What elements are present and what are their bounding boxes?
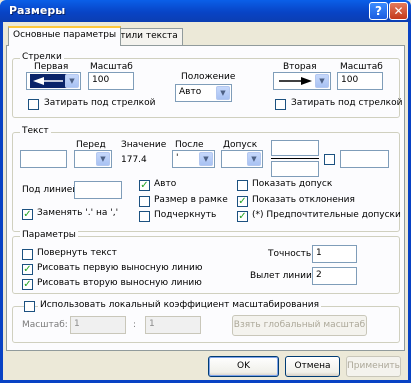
tolerance-label: Допуск [223,140,258,150]
extension-label: Вылет линии [250,271,312,281]
check-mark-icon: ✓ [23,209,32,220]
value-label: Значение [121,140,167,150]
second-arrow-label: Вторая [283,62,317,72]
check-mark-icon: ✓ [140,180,149,191]
first-arrow-label: Первая [34,62,69,72]
replace-checkbox[interactable]: ✓ [22,209,33,220]
local-scale-checkbox[interactable] [24,301,35,312]
fraction-line [271,158,319,159]
fill2-checkbox[interactable] [275,99,286,110]
fill1-label: Затирать под стрелкой [44,98,156,108]
extension-input[interactable]: 2 [312,267,357,285]
rotate-checkbox[interactable] [22,249,33,260]
local-scale-a-input[interactable]: 1 [70,316,126,334]
prefix-input[interactable] [20,150,67,168]
local-scale-b-input[interactable]: 1 [145,316,201,334]
underline-input[interactable] [74,181,122,199]
frame-checkbox[interactable] [139,196,150,207]
scale-colon: : [133,320,137,330]
arrows-legend: Стрелки [20,52,64,62]
chevron-down-icon[interactable]: ▼ [65,74,79,88]
after-label: После [175,140,204,150]
chevron-down-icon[interactable]: ▼ [247,152,261,166]
preferred-tolerance-label: (*) Предпочтительные допуски [252,210,401,220]
before-label: Перед [76,140,106,150]
apply-button[interactable]: Применить [346,356,401,377]
cancel-button[interactable]: Отмена [285,356,340,377]
tab-main-params[interactable]: Основные параметры [8,26,122,46]
draw-first-label: Рисовать первую выносную линию [37,263,203,273]
local-scale-label: Масштаб: [22,320,68,330]
replace-label: Заменять '.' на ',' [37,208,119,218]
frame-label: Размер в рамке [154,195,228,205]
scale1-label: Масштаб [90,62,133,72]
window-title: Размеры [9,4,66,17]
auto-label: Авто [154,179,177,189]
suffix-input[interactable] [340,150,389,168]
chevron-down-icon[interactable]: ▼ [315,74,329,88]
show-tolerance-checkbox[interactable] [237,180,248,191]
lower-deviation-input[interactable] [271,161,319,177]
position-label: Положение [181,72,236,82]
draw-second-checkbox[interactable]: ✓ [22,279,33,290]
scale2-input[interactable]: 100 [337,72,383,90]
show-deviation-checkbox[interactable]: ✓ [237,196,248,207]
arrow-left-icon [30,74,67,88]
rotate-label: Повернуть текст [37,248,117,258]
ok-button[interactable]: OK [208,356,279,377]
check-mark-icon: ✓ [238,196,247,207]
underline-label: Под линией [22,185,79,195]
local-scale-legend: Использовать локальный коэффициент масшт… [38,300,322,310]
upper-deviation-input[interactable] [271,140,319,156]
underline2-label: Подчеркнуть [154,210,217,220]
params-legend: Параметры [20,230,78,240]
fill2-label: Затирать под стрелкой [291,98,403,108]
position-select[interactable]: Авто ▼ [175,84,232,102]
precision-label: Точность [268,249,312,259]
help-button[interactable]: ? [369,2,388,20]
after-value: ' [176,153,179,163]
scale1-input[interactable]: 100 [88,72,134,90]
chevron-down-icon[interactable]: ▼ [199,152,213,166]
check-mark-icon: ✓ [23,279,32,290]
precision-input[interactable]: 1 [312,245,357,263]
value-text: 177.4 [121,155,147,165]
auto-checkbox[interactable]: ✓ [139,180,150,191]
take-global-scale-button[interactable]: Взять глобальный масштаб [232,315,367,336]
tolerance-checkbox[interactable] [324,154,335,165]
check-mark-icon: ✓ [238,211,247,222]
position-value: Авто [179,87,202,97]
fill1-checkbox[interactable] [28,99,39,110]
scale2-label: Масштаб [340,62,383,72]
chevron-down-icon[interactable]: ▼ [216,86,230,100]
before-select[interactable]: ▼ [74,150,112,168]
preferred-tolerance-checkbox[interactable]: ✓ [237,211,248,222]
draw-second-label: Рисовать вторую выносную линию [37,278,202,288]
draw-first-checkbox[interactable]: ✓ [22,264,33,275]
arrow-right-icon [279,77,312,85]
show-tolerance-label: Показать допуск [252,179,333,189]
after-select[interactable]: ' ▼ [172,150,215,168]
show-deviation-label: Показать отклонения [252,195,355,205]
text-legend: Текст [20,126,51,136]
check-mark-icon: ✓ [23,264,32,275]
underline2-checkbox[interactable] [139,211,150,222]
second-arrow-select[interactable]: ▼ [273,72,331,90]
tolerance-select[interactable]: ▼ [221,150,263,168]
first-arrow-select[interactable]: ▼ [26,72,81,90]
chevron-down-icon[interactable]: ▼ [96,152,110,166]
close-button[interactable]: ✕ [389,2,408,20]
window-frame-left [0,22,3,383]
